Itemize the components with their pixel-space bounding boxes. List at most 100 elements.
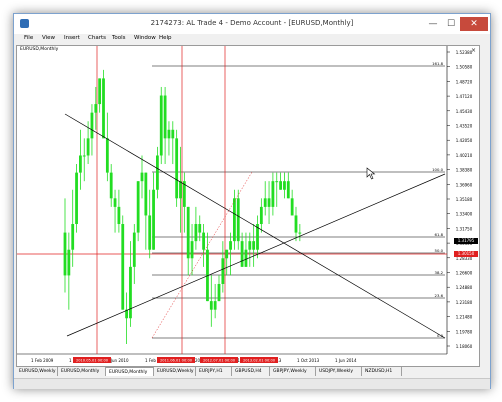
chart-tab[interactable]: GBPJPY,Weekly <box>270 367 316 376</box>
time-marker-label: 2010.05.01 00:00 <box>76 359 109 363</box>
price-axis-label: 1.52380 <box>456 50 473 55</box>
candle-body <box>252 241 256 250</box>
candle-body <box>121 224 125 310</box>
mouse-cursor-icon <box>366 167 376 180</box>
minimize-button[interactable]: — <box>424 17 442 31</box>
horizontal-line-price-tag: 1.30150 <box>454 251 478 257</box>
candle-body <box>263 198 267 207</box>
time-axis-label: 1 Jun 2014 <box>335 358 357 363</box>
chart-tab[interactable]: EURUSD,Weekly <box>16 367 58 376</box>
chart-tab[interactable]: EURUSD,Monthly <box>58 367 106 376</box>
candle-body <box>202 232 205 250</box>
candle-body <box>75 172 78 225</box>
candle-body <box>102 78 105 139</box>
candle-body <box>290 198 294 216</box>
price-axis-label: 1.43520 <box>456 124 473 129</box>
price-axis-label: 1.33400 <box>456 212 473 217</box>
menu-tools[interactable]: Tools <box>112 35 126 41</box>
candle-body <box>267 198 271 207</box>
chart-window[interactable]: EURUSD,Monthly × 1.52380 1.50580 1.48720 1.… <box>16 45 480 367</box>
candle-body <box>98 78 102 105</box>
candle-body <box>67 249 71 276</box>
candle-body <box>236 198 240 242</box>
current-price-tag: 1.31795 <box>454 238 478 244</box>
candle-body <box>82 155 86 157</box>
candle-body <box>240 241 244 267</box>
candle-body <box>148 215 152 250</box>
menu-view[interactable]: View <box>42 35 55 41</box>
price-chart[interactable]: 1.52380 1.50580 1.48720 1.47120 1.45430 1.435… <box>17 46 479 366</box>
candle-body <box>113 198 117 207</box>
chart-tab[interactable]: NZDUSD,H1 <box>362 367 402 376</box>
candle-body <box>209 301 213 310</box>
time-marker-label: 2011.06.01 00:00 <box>160 359 193 363</box>
close-button[interactable]: ✕ <box>460 17 488 31</box>
candle-body <box>244 249 248 267</box>
price-axis-label: 1.45430 <box>456 109 473 114</box>
candle-body <box>259 206 263 225</box>
candle-body <box>109 172 113 199</box>
candle-body <box>171 129 175 139</box>
menu-window[interactable]: Window <box>134 35 156 41</box>
price-axis-label: 1.18060 <box>456 344 473 349</box>
candle-body <box>179 181 182 199</box>
candle-body <box>136 181 140 233</box>
chart-tab[interactable]: EURJPY,H1 <box>196 367 232 376</box>
candle-body <box>156 155 159 190</box>
candle-body <box>198 224 202 233</box>
price-axis-label: 1.24880 <box>456 285 473 290</box>
candle-body <box>175 138 179 199</box>
candle-body <box>86 138 90 156</box>
candle-body <box>190 241 194 259</box>
fibonacci-level-label: 38.2 <box>435 270 444 275</box>
maximize-button[interactable]: ☐ <box>442 17 460 31</box>
chart-tab[interactable]: USDJPY,Weekly <box>316 367 362 376</box>
time-axis-label: 1 Oct 2013 <box>297 358 320 363</box>
candle-body <box>225 249 229 259</box>
chart-tabs: EURUSD,Weekly EURUSD,Monthly EURUSD,Monthl… <box>16 367 488 377</box>
menu-insert[interactable]: Insert <box>64 35 80 41</box>
time-axis-label: 1 Feb 2009 <box>31 358 54 363</box>
candle-body <box>90 112 94 139</box>
fibonacci-level-label: 61.8 <box>435 232 444 237</box>
price-axis-label: 1.50580 <box>456 65 473 70</box>
candle-body <box>140 172 144 182</box>
chart-tab[interactable]: EURUSD,Weekly <box>154 367 196 376</box>
status-bar <box>14 378 490 389</box>
candle-body <box>298 232 302 234</box>
candle-body <box>159 95 163 156</box>
candle-body <box>279 181 282 190</box>
candle-body <box>248 241 252 250</box>
terminal-window: 2174273: AL Trade 4 - Demo Account - [EU… <box>13 13 491 389</box>
chart-tab[interactable]: EURUSD,Monthly <box>106 367 154 376</box>
price-axis-label: 1.38380 <box>456 168 473 173</box>
price-axis-label: 1.23180 <box>456 300 473 305</box>
candle-body <box>286 181 290 199</box>
candle-body <box>229 241 232 250</box>
price-axis-label: 1.40210 <box>456 153 473 158</box>
candle-body <box>144 172 148 216</box>
chart-tab[interactable]: GBPUSD,H4 <box>232 367 270 376</box>
menu-charts[interactable]: Charts <box>88 35 106 41</box>
candle-body <box>132 232 136 267</box>
candle-body <box>217 283 221 302</box>
candle-body <box>94 104 98 113</box>
candle-body <box>283 181 286 190</box>
candle-body <box>63 232 67 276</box>
price-axis-label: 1.31750 <box>456 226 473 231</box>
candle-body <box>79 155 82 173</box>
fibonacci-level-label: 50.0 <box>435 248 444 253</box>
candle-body <box>294 215 298 233</box>
fibonacci-level-label: 23.6 <box>435 293 444 298</box>
price-axis-label: 1.19780 <box>456 329 473 334</box>
candle-body <box>117 206 121 225</box>
title-bar[interactable]: 2174273: AL Trade 4 - Demo Account - [EU… <box>14 14 490 34</box>
candle-body <box>194 224 198 242</box>
fib-anchor-line <box>151 171 253 339</box>
candle-body <box>271 181 275 207</box>
price-axis-label: 1.21480 <box>456 315 473 320</box>
menu-bar: File View Insert Charts Tools Window Hel… <box>14 34 490 44</box>
menu-file[interactable]: File <box>24 35 33 41</box>
menu-help[interactable]: Help <box>159 35 172 41</box>
candle-body <box>186 206 190 259</box>
